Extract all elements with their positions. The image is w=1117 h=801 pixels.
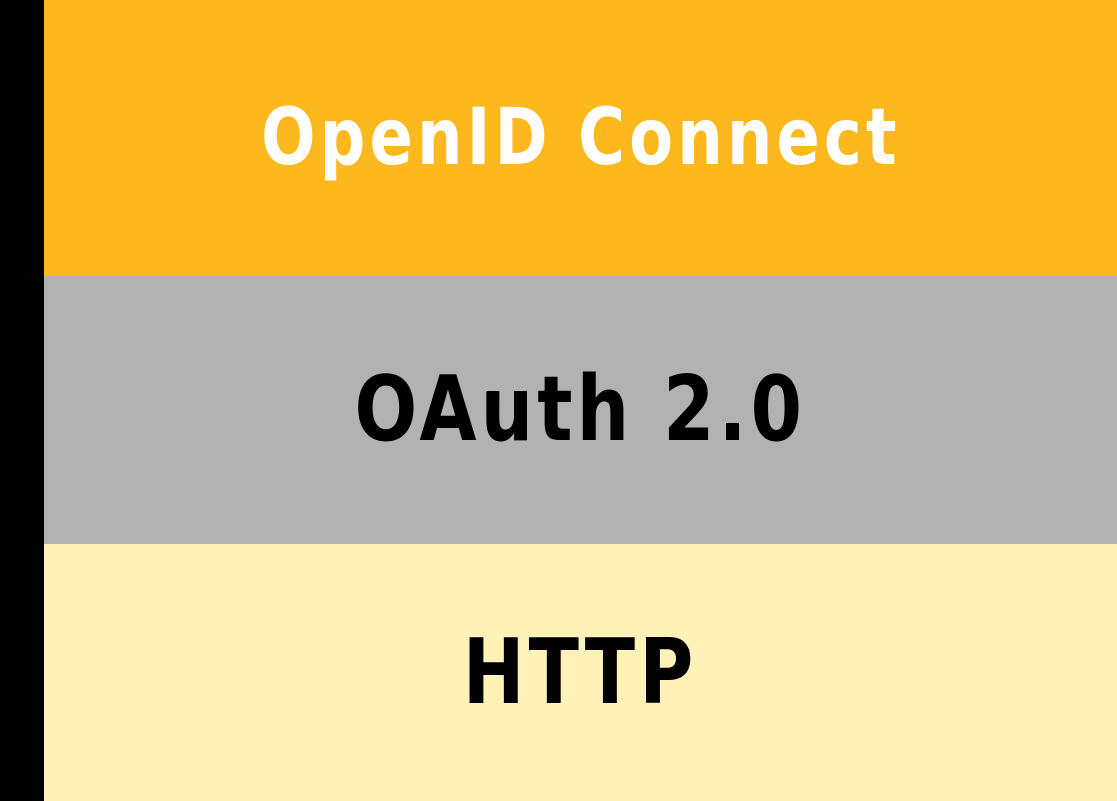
slide-canvas: OpenID Connect OAuth 2.0 HTTP	[0, 0, 1117, 801]
layer-openid-connect: OpenID Connect	[44, 0, 1117, 276]
protocol-stack: OpenID Connect OAuth 2.0 HTTP	[44, 0, 1117, 801]
layer-label-oauth: OAuth 2.0	[354, 357, 807, 462]
layer-label-http: HTTP	[463, 619, 698, 725]
layer-oauth: OAuth 2.0	[44, 276, 1117, 544]
layer-http: HTTP	[44, 544, 1117, 801]
layer-label-openid-connect: OpenID Connect	[260, 93, 901, 183]
